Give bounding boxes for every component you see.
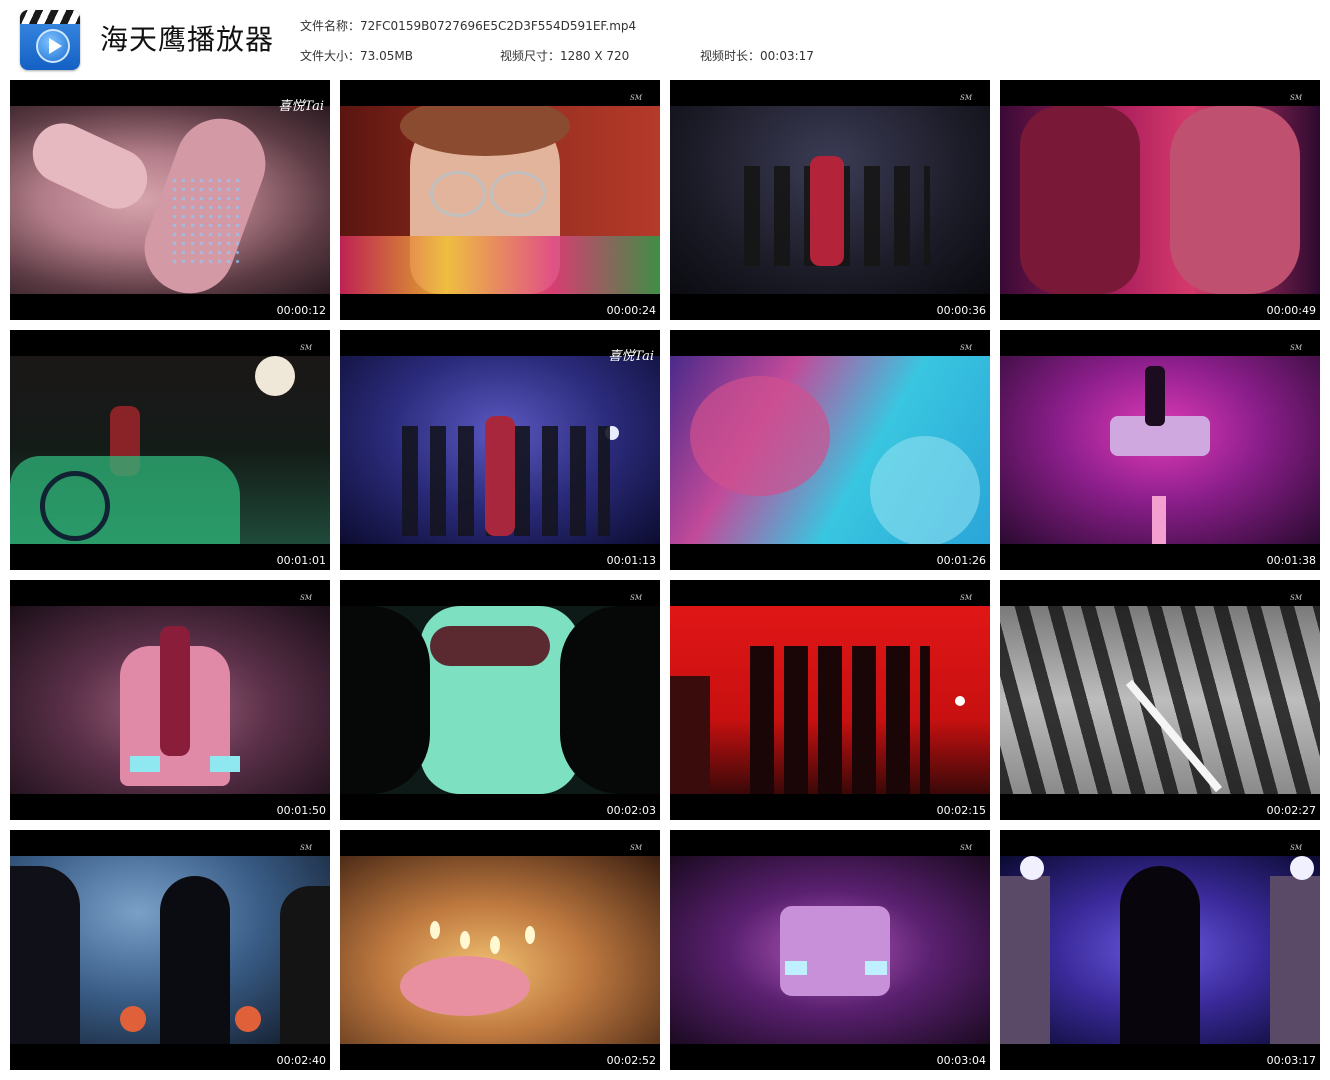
thumbnail[interactable]: SM 00:00:24 bbox=[340, 80, 660, 320]
timestamp: 00:01:13 bbox=[606, 554, 656, 567]
timestamp: 00:01:50 bbox=[276, 804, 326, 817]
timestamp: 00:02:27 bbox=[1266, 804, 1316, 817]
header: 海天鹰播放器 文件名称：72FC0159B0727696E5C2D3F554D5… bbox=[0, 0, 1330, 78]
watermark: SM bbox=[630, 844, 642, 852]
watermark: 喜悦Tai bbox=[278, 99, 324, 114]
watermark: SM bbox=[960, 594, 972, 602]
timestamp: 00:01:38 bbox=[1266, 554, 1316, 567]
watermark: SM bbox=[630, 94, 642, 102]
thumbnail[interactable]: SM 00:00:49 bbox=[1000, 80, 1320, 320]
thumbnail[interactable]: SM 00:02:40 bbox=[10, 830, 330, 1070]
timestamp: 00:02:15 bbox=[936, 804, 986, 817]
watermark: SM bbox=[1290, 344, 1302, 352]
watermark: SM bbox=[300, 344, 312, 352]
thumbnail[interactable]: SM 00:02:27 bbox=[1000, 580, 1320, 820]
thumbnail[interactable]: SM 00:01:50 bbox=[10, 580, 330, 820]
timestamp: 00:02:40 bbox=[276, 1054, 326, 1067]
timestamp: 00:00:36 bbox=[936, 304, 986, 317]
timestamp: 00:02:03 bbox=[606, 804, 656, 817]
file-name-label: 文件名称：72FC0159B0727696E5C2D3F554D591EF.mp… bbox=[300, 19, 637, 33]
video-duration-label: 视频时长：00:03:17 bbox=[700, 49, 814, 63]
watermark: SM bbox=[1290, 594, 1302, 602]
thumbnail[interactable]: 喜悦Tai 00:01:13 bbox=[340, 330, 660, 570]
timestamp: 00:03:04 bbox=[936, 1054, 986, 1067]
watermark: SM bbox=[300, 844, 312, 852]
timestamp: 00:00:49 bbox=[1266, 304, 1316, 317]
thumbnail[interactable]: SM 00:03:04 bbox=[670, 830, 990, 1070]
thumbnail[interactable]: SM 00:01:26 bbox=[670, 330, 990, 570]
thumbnail[interactable]: SM 00:02:15 bbox=[670, 580, 990, 820]
watermark: SM bbox=[1290, 94, 1302, 102]
thumbnail[interactable]: SM 00:01:01 bbox=[10, 330, 330, 570]
watermark: SM bbox=[630, 594, 642, 602]
thumbnail[interactable]: SM 00:02:03 bbox=[340, 580, 660, 820]
watermark: SM bbox=[960, 344, 972, 352]
app-title: 海天鹰播放器 bbox=[100, 23, 275, 56]
timestamp: 00:03:17 bbox=[1266, 1054, 1316, 1067]
watermark: SM bbox=[960, 844, 972, 852]
video-dimension-label: 视频尺寸：1280 X 720 bbox=[500, 49, 630, 63]
thumbnail[interactable]: SM 00:00:36 bbox=[670, 80, 990, 320]
timestamp: 00:01:26 bbox=[936, 554, 986, 567]
thumbnail[interactable]: SM 00:02:52 bbox=[340, 830, 660, 1070]
watermark: SM bbox=[300, 594, 312, 602]
file-size-label: 文件大小：73.05MB bbox=[300, 49, 413, 63]
video-player-icon bbox=[20, 10, 80, 70]
watermark: 喜悦Tai bbox=[608, 349, 654, 364]
timestamp: 00:00:12 bbox=[276, 304, 326, 317]
timestamp: 00:02:52 bbox=[606, 1054, 656, 1067]
timestamp: 00:01:01 bbox=[276, 554, 326, 567]
thumbnail[interactable]: 喜悦Tai 00:00:12 bbox=[10, 80, 330, 320]
timestamp: 00:00:24 bbox=[606, 304, 656, 317]
thumbnail[interactable]: SM 00:01:38 bbox=[1000, 330, 1320, 570]
watermark: SM bbox=[960, 94, 972, 102]
thumbnail-grid: 喜悦Tai 00:00:12 SM 00:00:24 SM 00:00:36 S… bbox=[10, 80, 1320, 1070]
thumbnail[interactable]: SM 00:03:17 bbox=[1000, 830, 1320, 1070]
watermark: SM bbox=[1290, 844, 1302, 852]
